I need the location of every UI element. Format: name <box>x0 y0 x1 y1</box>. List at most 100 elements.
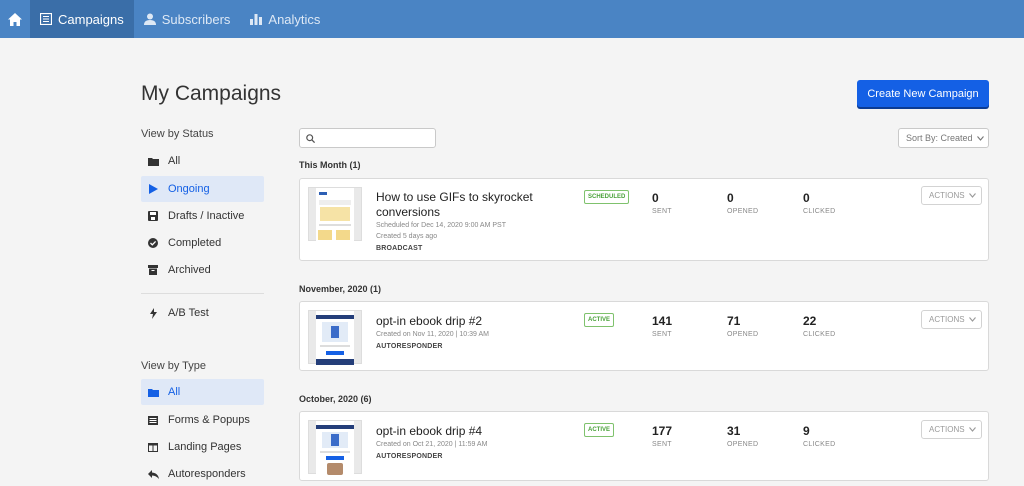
home-icon <box>8 12 22 26</box>
status-item-label: Drafts / Inactive <box>168 210 245 222</box>
status-item-label: All <box>168 155 181 167</box>
search-icon <box>306 133 315 143</box>
type-item-label: Landing Pages <box>168 441 242 453</box>
type-item-all[interactable]: All <box>141 379 264 405</box>
campaign-thumbnail <box>308 420 362 475</box>
nav-campaigns[interactable]: Campaigns <box>30 0 134 38</box>
type-item-label: All <box>168 386 181 398</box>
status-item-label: Ongoing <box>168 183 210 195</box>
group-heading-october: October, 2020 (6) <box>299 394 372 404</box>
type-item-autoresponders[interactable]: Autoresponders <box>141 461 264 486</box>
type-item-label: Autoresponders <box>168 468 246 480</box>
status-item-ongoing[interactable]: Ongoing <box>141 176 264 202</box>
type-item-forms[interactable]: Forms & Popups <box>141 407 264 433</box>
clicked-label: CLICKED <box>803 441 836 448</box>
play-icon <box>147 183 159 195</box>
status-badge: ACTIVE <box>584 423 615 437</box>
clicked-label: CLICKED <box>803 208 836 215</box>
chevron-down-icon <box>968 427 976 432</box>
status-badge: SCHEDULED <box>584 190 630 204</box>
campaign-title[interactable]: opt-in ebook drip #2 <box>376 314 576 329</box>
campaign-created: Created 5 days ago <box>376 233 438 240</box>
status-item-label: Completed <box>168 237 222 249</box>
campaign-card[interactable]: opt-in ebook drip #4 Created on Oct 21, … <box>299 411 989 481</box>
actions-dropdown[interactable]: ACTIONS <box>921 186 982 205</box>
campaign-type: AUTORESPONDER <box>376 343 443 350</box>
campaign-card[interactable]: How to use GIFs to skyrocket conversions… <box>299 178 989 261</box>
sent-label: SENT <box>652 331 672 338</box>
type-heading: View by Type <box>141 360 207 372</box>
opened-label: OPENED <box>727 441 759 448</box>
campaign-type: BROADCAST <box>376 245 423 252</box>
group-heading-this-month: This Month (1) <box>299 160 361 170</box>
status-item-drafts[interactable]: Drafts / Inactive <box>141 203 264 229</box>
clicked-label: CLICKED <box>803 331 836 338</box>
group-heading-november: November, 2020 (1) <box>299 284 382 294</box>
status-item-label: Archived <box>168 264 211 276</box>
folder-icon <box>147 386 159 398</box>
sent-label: SENT <box>652 208 672 215</box>
campaign-thumbnail <box>308 187 362 242</box>
status-item-archived[interactable]: Archived <box>141 257 264 283</box>
chevron-down-icon <box>968 317 976 322</box>
check-circle-icon <box>147 237 159 249</box>
actions-dropdown[interactable]: ACTIONS <box>921 420 982 439</box>
status-badge: ACTIVE <box>584 313 615 327</box>
opened-label: OPENED <box>727 331 759 338</box>
create-campaign-button[interactable]: Create New Campaign <box>857 80 989 107</box>
campaign-type: AUTORESPONDER <box>376 453 443 460</box>
opened-label: OPENED <box>727 208 759 215</box>
opened-count: 31 <box>727 424 741 438</box>
status-item-completed[interactable]: Completed <box>141 230 264 256</box>
save-icon <box>147 210 159 222</box>
sidebar-divider <box>141 293 264 294</box>
list-icon <box>40 13 52 25</box>
campaign-thumbnail <box>308 310 362 365</box>
actions-label: ACTIONS <box>929 191 965 200</box>
user-icon <box>143 13 156 25</box>
sent-count: 177 <box>652 424 673 438</box>
top-nav: Campaigns Subscribers Analytics <box>0 0 1024 38</box>
search-input[interactable] <box>319 132 429 144</box>
campaign-schedule: Scheduled for Dec 14, 2020 9:00 AM PST <box>376 222 506 229</box>
nav-analytics[interactable]: Analytics <box>240 0 330 38</box>
page-title: My Campaigns <box>141 82 282 105</box>
clicked-count: 22 <box>803 314 817 328</box>
type-item-landing-pages[interactable]: Landing Pages <box>141 434 264 460</box>
sent-count: 0 <box>652 191 659 205</box>
sort-select[interactable]: Sort By: Created <box>898 128 989 148</box>
nav-analytics-label: Analytics <box>268 11 321 27</box>
campaign-title[interactable]: opt-in ebook drip #4 <box>376 424 576 439</box>
chevron-down-icon <box>968 193 976 198</box>
home-button[interactable] <box>0 0 30 38</box>
nav-campaigns-label: Campaigns <box>58 11 124 27</box>
landing-page-icon <box>147 441 159 453</box>
campaign-created: Created on Nov 11, 2020 | 10:39 AM <box>376 331 489 338</box>
clicked-count: 0 <box>803 191 810 205</box>
sent-label: SENT <box>652 441 672 448</box>
campaign-title[interactable]: How to use GIFs to skyrocket conversions <box>376 190 576 220</box>
reply-icon <box>147 468 159 480</box>
actions-label: ACTIONS <box>929 315 965 324</box>
actions-dropdown[interactable]: ACTIONS <box>921 310 982 329</box>
sort-label: Sort By: Created <box>906 133 973 143</box>
search-box[interactable] <box>299 128 436 148</box>
form-icon <box>147 414 159 426</box>
opened-count: 71 <box>727 314 741 328</box>
opened-count: 0 <box>727 191 734 205</box>
campaign-created: Created on Oct 21, 2020 | 11:59 AM <box>376 441 488 448</box>
clicked-count: 9 <box>803 424 810 438</box>
sent-count: 141 <box>652 314 673 328</box>
nav-subscribers[interactable]: Subscribers <box>134 0 241 38</box>
ab-test-label: A/B Test <box>168 307 209 319</box>
nav-subscribers-label: Subscribers <box>161 11 231 27</box>
status-item-all[interactable]: All <box>141 148 264 174</box>
status-heading: View by Status <box>141 128 214 140</box>
bar-chart-icon <box>250 14 263 25</box>
actions-label: ACTIONS <box>929 425 965 434</box>
chevron-down-icon <box>976 135 984 141</box>
folder-icon <box>147 155 159 167</box>
ab-test-item[interactable]: A/B Test <box>141 300 264 326</box>
campaign-card[interactable]: opt-in ebook drip #2 Created on Nov 11, … <box>299 301 989 371</box>
archive-icon <box>147 264 159 276</box>
